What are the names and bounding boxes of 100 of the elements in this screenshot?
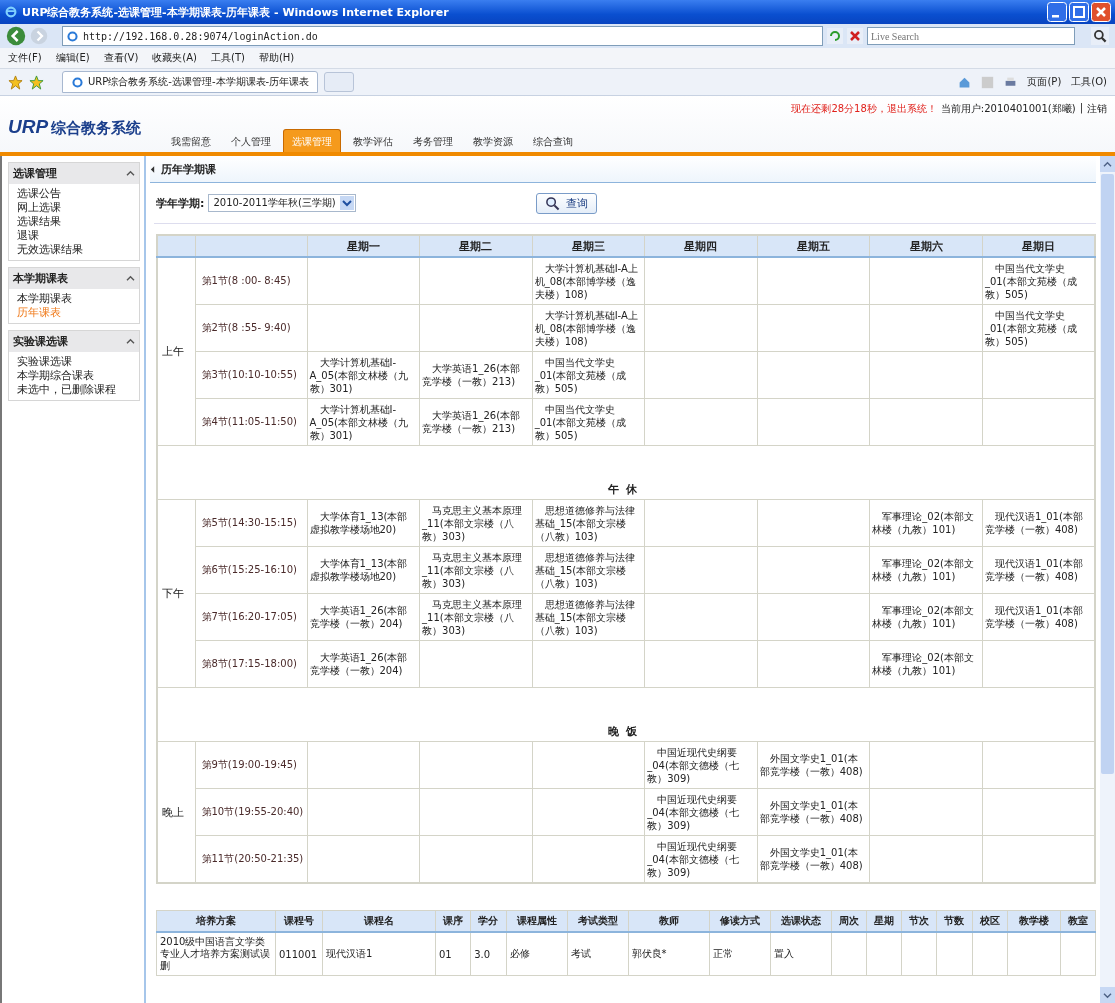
minimize-icon[interactable]	[1047, 2, 1067, 22]
course-cell: 中国近现代史纲要_04(本部文德楼（七教）309)	[644, 788, 758, 836]
sidebar-item[interactable]: 本学期课表	[17, 291, 139, 305]
refresh-icon[interactable]	[827, 28, 843, 44]
collapse-arrow-icon[interactable]	[150, 164, 155, 174]
column-header: 节数	[936, 910, 972, 932]
sidebar-item[interactable]: 未选中，已删除课程	[17, 382, 139, 396]
sidebar-item[interactable]: 选课公告	[17, 186, 139, 200]
current-user: 当前用户:2010401001(郑曦)	[940, 102, 1076, 116]
menu-item[interactable]: 帮助(H)	[258, 51, 295, 65]
nav-tab[interactable]: 个人管理	[223, 132, 280, 152]
column-header: 考试类型	[567, 910, 628, 932]
period-label: 第5节(14:30-15:15)	[195, 499, 307, 547]
nav-tab[interactable]: 综合查询	[525, 132, 582, 152]
course-cell: 中国近现代史纲要_04(本部文德楼（七教）309)	[644, 741, 758, 789]
address-field[interactable]: http://192.168.0.28:9074/loginAction.do	[62, 26, 823, 46]
course-cell: 大学计算机基础Ⅰ-A_05(本部文林楼（九教）301)	[307, 398, 420, 446]
course-cell: 思想道德修养与法律基础_15(本部文宗楼（八教）103)	[532, 546, 645, 594]
menu-item[interactable]: 文件(F)	[8, 51, 42, 65]
sidebar-item[interactable]: 无效选课结果	[17, 242, 139, 256]
search-icon	[544, 195, 560, 211]
printer-icon[interactable]	[1004, 75, 1018, 89]
home-icon[interactable]	[958, 75, 972, 89]
page-icon	[71, 75, 84, 89]
column-header: 教学楼	[1007, 910, 1061, 932]
period-label: 第7节(16:20-17:05)	[195, 593, 307, 641]
scroll-down-icon[interactable]	[1103, 991, 1112, 999]
logout-link[interactable]: 注销	[1087, 102, 1107, 116]
course-cell: 思想道德修养与法律基础_15(本部文宗楼（八教）103)	[532, 593, 645, 641]
search-field[interactable]: Live Search	[867, 27, 1075, 45]
column-header: 课程属性	[506, 910, 567, 932]
sidebar-item[interactable]: 网上选课	[17, 200, 139, 214]
sidebar-item[interactable]: 选课结果	[17, 214, 139, 228]
column-header: 星期五	[757, 235, 870, 257]
close-icon[interactable]	[1091, 2, 1111, 22]
period-label: 第10节(19:55-20:40)	[195, 788, 307, 836]
command-button[interactable]: 页面(P)	[1027, 75, 1062, 89]
period-label: 第8节(17:15-18:00)	[195, 640, 307, 688]
add-favorite-icon[interactable]	[29, 74, 44, 90]
nav-tab[interactable]: 教学评估	[345, 132, 402, 152]
period-label: 第2节(8 :55- 9:40)	[195, 304, 307, 352]
course-cell: 大学英语1_26(本部竞学楼（一教）204)	[307, 593, 420, 641]
column-header: 选课状态	[770, 910, 831, 932]
course-cell: 思想道德修养与法律基础_15(本部文宗楼（八教）103)	[532, 499, 645, 547]
sidebar-group-toggle[interactable]: 本学期课表	[9, 268, 139, 289]
menu-item[interactable]: 编辑(E)	[55, 51, 90, 65]
course-cell: 军事理论_02(本部文林楼（九教）101)	[869, 499, 983, 547]
column-header: 教师	[628, 910, 709, 932]
sidebar-item[interactable]: 实验课选课	[17, 354, 139, 368]
course-cell: 大学计算机基础Ⅰ-A上机_08(本部博学楼（逸夫楼）108)	[532, 304, 645, 352]
column-header: 星期二	[419, 235, 533, 257]
course-cell: 大学计算机基础Ⅰ-A上机_08(本部博学楼（逸夫楼）108)	[532, 257, 645, 305]
caret-icon	[126, 338, 135, 345]
table-cell: 考试	[567, 932, 628, 976]
course-cell: 中国当代文学史_01(本部文苑楼（成教）505)	[532, 398, 645, 446]
stop-icon[interactable]	[847, 28, 863, 44]
course-cell: 中国近现代史纲要_04(本部文德楼（七教）309)	[644, 835, 758, 883]
table-cell: 正常	[709, 932, 770, 976]
session-label: 上午	[157, 257, 195, 446]
column-header: 周次	[831, 910, 867, 932]
menu-item[interactable]: 收藏夹(A)	[152, 51, 197, 65]
term-dropdown[interactable]: 2010-2011学年秋(三学期)	[208, 194, 356, 212]
menu-item[interactable]: 工具(T)	[211, 51, 245, 65]
maximize-icon[interactable]	[1069, 2, 1089, 22]
nav-tab[interactable]: 考务管理	[405, 132, 462, 152]
course-cell: 大学英语1_26(本部竞学楼（一教）204)	[307, 640, 420, 688]
browser-tab[interactable]: URP综合教务系统-选课管理-本学期课表-历年课表	[62, 71, 319, 93]
menu-item[interactable]: 查看(V)	[103, 51, 139, 65]
course-cell: 马克思主义基本原理_11(本部文宗楼（八教）303)	[419, 499, 533, 547]
column-header: 课程号	[275, 910, 323, 932]
scroll-up-icon[interactable]	[1103, 160, 1112, 168]
course-cell: 外国文学史1_01(本部竞学楼（一教）408)	[757, 835, 870, 883]
column-header: 节次	[901, 910, 937, 932]
search-icon[interactable]	[1091, 27, 1109, 45]
table-cell: 2010级中国语言文学类专业人才培养方案测试误删	[156, 932, 276, 976]
vertical-scrollbar[interactable]	[1100, 156, 1115, 1003]
column-header: 培养方案	[156, 910, 276, 932]
sidebar-item[interactable]: 退课	[17, 228, 139, 242]
period-label: 第9节(19:00-19:45)	[195, 741, 307, 789]
nav-tab[interactable]: 教学资源	[465, 132, 522, 152]
favorites-star-icon[interactable]	[8, 74, 23, 90]
column-header: 星期一	[307, 235, 420, 257]
sidebar-item[interactable]: 本学期综合课表	[17, 368, 139, 382]
column-header: 星期六	[869, 235, 983, 257]
browser-logo-icon	[4, 5, 18, 19]
command-button[interactable]: 工具(O)	[1071, 75, 1107, 89]
sidebar-group-toggle[interactable]: 选课管理	[9, 163, 139, 184]
column-header: 星期三	[532, 235, 645, 257]
course-cell: 外国文学史1_01(本部竞学楼（一教）408)	[757, 741, 870, 789]
column-header: 课程名	[322, 910, 436, 932]
course-cell: 军事理论_02(本部文林楼（九教）101)	[869, 593, 983, 641]
back-icon[interactable]	[6, 26, 26, 46]
window-title: URP综合教务系统-选课管理-本学期课表-历年课表 - Windows Internet Explorer	[22, 4, 450, 20]
table-cell: 011001	[275, 932, 323, 976]
sidebar-group-toggle[interactable]: 实验课选课	[9, 331, 139, 352]
query-button[interactable]: 查询	[535, 192, 597, 214]
column-header: 学分	[470, 910, 506, 932]
nav-tab[interactable]: 我需留意	[163, 132, 220, 152]
table-cell: 01	[435, 932, 471, 976]
table-cell: 必修	[506, 932, 567, 976]
